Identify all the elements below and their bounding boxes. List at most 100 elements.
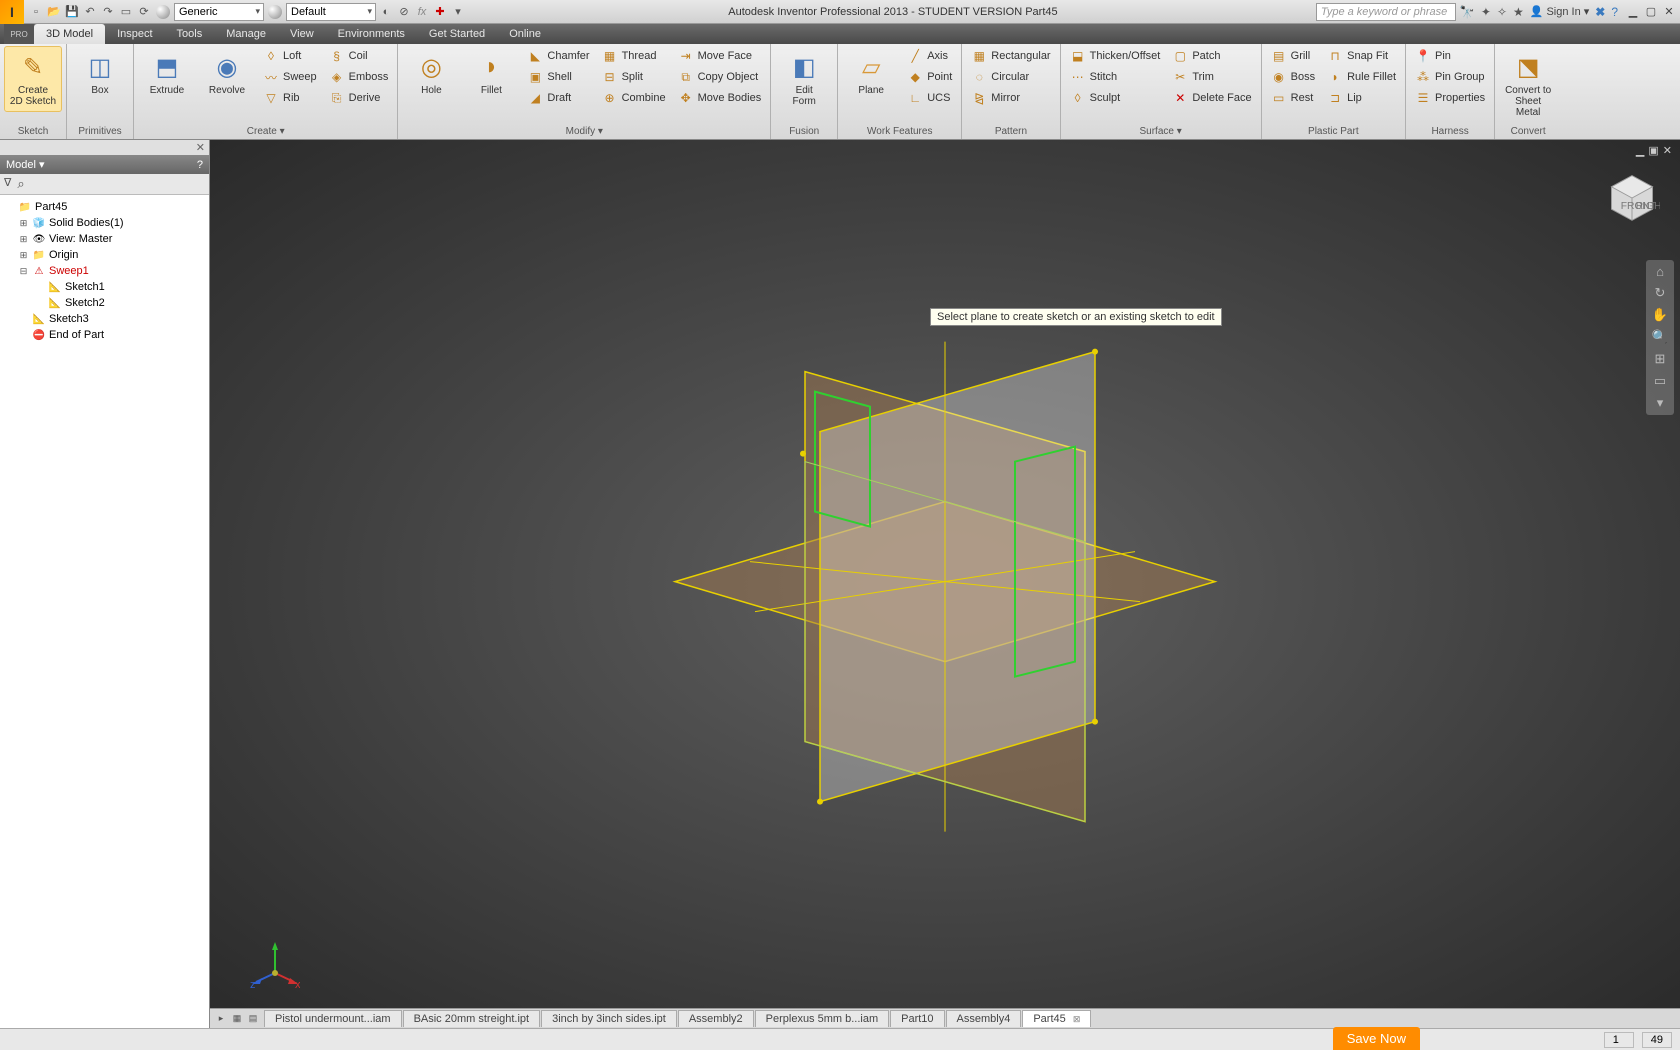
convert-sheet-metal-button[interactable]: ⬔Convert to Sheet Metal bbox=[1499, 46, 1557, 123]
tree-item[interactable]: 📐Sketch1 bbox=[2, 279, 207, 295]
viewport-3d[interactable]: ▁ ▣ ✕ FRONT RIGHT ⌂ ↻ ✋ 🔍 ⊞ ▭ ▾ bbox=[210, 140, 1680, 1028]
minimize-icon[interactable]: ▁ bbox=[1626, 5, 1640, 19]
revolve-button[interactable]: ◉Revolve bbox=[198, 46, 256, 101]
plane-button[interactable]: ▱Plane bbox=[842, 46, 900, 101]
lip-button[interactable]: ⊐Lip bbox=[1322, 88, 1401, 108]
tab-inspect[interactable]: Inspect bbox=[105, 24, 164, 44]
rest-button[interactable]: ▭Rest bbox=[1266, 88, 1320, 108]
box-button[interactable]: ◫ Box bbox=[71, 46, 129, 101]
browser-header[interactable]: Model ▾ ? bbox=[0, 155, 209, 174]
mirror-button[interactable]: ⧎Mirror bbox=[966, 88, 1055, 108]
document-tab[interactable]: Perplexus 5mm b...iam bbox=[755, 1010, 889, 1027]
document-tab[interactable]: BAsic 20mm streight.ipt bbox=[403, 1010, 541, 1027]
shell-button[interactable]: ▣Shell bbox=[522, 67, 594, 87]
exchange-icon[interactable]: ✖ bbox=[1595, 5, 1605, 19]
split-button[interactable]: ⊟Split bbox=[597, 67, 671, 87]
pan-icon[interactable]: ✋ bbox=[1652, 307, 1668, 323]
plus-icon[interactable]: ✚ bbox=[432, 4, 448, 20]
move-face-button[interactable]: ⇥Move Face bbox=[673, 46, 767, 66]
expand-icon[interactable]: ⊞ bbox=[18, 250, 29, 261]
axis-button[interactable]: ╱Axis bbox=[902, 46, 957, 66]
navbar-more-icon[interactable]: ▾ bbox=[1657, 395, 1664, 411]
emboss-button[interactable]: ◈Emboss bbox=[324, 67, 394, 87]
rectangular-button[interactable]: ▦Rectangular bbox=[966, 46, 1055, 66]
tab-view[interactable]: View bbox=[278, 24, 326, 44]
maximize-icon[interactable]: ▢ bbox=[1644, 5, 1658, 19]
doctab-tile-icon[interactable]: ▦ bbox=[230, 1012, 244, 1026]
look-at-icon[interactable]: ▭ bbox=[1654, 373, 1666, 389]
tree-item[interactable]: 📁Part45 bbox=[2, 199, 207, 215]
sculpt-button[interactable]: ◊Sculpt bbox=[1065, 88, 1166, 108]
doctab-list-icon[interactable]: ▸ bbox=[214, 1012, 228, 1026]
tab-manage[interactable]: Manage bbox=[214, 24, 278, 44]
tree-item[interactable]: ⛔End of Part bbox=[2, 327, 207, 343]
circular-button[interactable]: ◌Circular bbox=[966, 67, 1055, 87]
extrude-button[interactable]: ⬒Extrude bbox=[138, 46, 196, 101]
home-icon[interactable]: ⌂ bbox=[1656, 264, 1664, 279]
point-button[interactable]: ◆Point bbox=[902, 67, 957, 87]
document-tab[interactable]: Part10 bbox=[890, 1010, 944, 1027]
tab-tools[interactable]: Tools bbox=[165, 24, 215, 44]
create-2d-sketch-button[interactable]: ✎ Create 2D Sketch bbox=[4, 46, 62, 112]
qat-dropdown-icon[interactable]: ▾ bbox=[450, 4, 466, 20]
material-combo[interactable]: Generic bbox=[174, 3, 264, 21]
key-icon[interactable]: ✦ bbox=[1481, 5, 1491, 19]
star-icon[interactable]: ★ bbox=[1513, 5, 1524, 19]
document-tab[interactable]: Part45 ⊠ bbox=[1022, 1010, 1091, 1027]
sweep-button[interactable]: 〰Sweep bbox=[258, 67, 322, 87]
move-bodies-button[interactable]: ✥Move Bodies bbox=[673, 88, 767, 108]
tree-item[interactable]: ⊟⚠Sweep1 bbox=[2, 263, 207, 279]
tab-online[interactable]: Online bbox=[497, 24, 553, 44]
clear-icon[interactable]: ⊘ bbox=[396, 4, 412, 20]
tab-get-started[interactable]: Get Started bbox=[417, 24, 497, 44]
material-sphere-icon[interactable] bbox=[156, 5, 170, 19]
doc-minimize-icon[interactable]: ▁ bbox=[1636, 144, 1644, 157]
thicken-button[interactable]: ⬓Thicken/Offset bbox=[1065, 46, 1166, 66]
tab-3d-model[interactable]: 3D Model bbox=[34, 24, 105, 44]
expand-icon[interactable]: ⊟ bbox=[18, 266, 29, 277]
pin-button[interactable]: 📍Pin bbox=[1410, 46, 1490, 66]
draft-button[interactable]: ◢Draft bbox=[522, 88, 594, 108]
fillet-button[interactable]: ◗Fillet bbox=[462, 46, 520, 101]
chamfer-button[interactable]: ◣Chamfer bbox=[522, 46, 594, 66]
save-now-button[interactable]: Save Now bbox=[1333, 1027, 1420, 1050]
hole-button[interactable]: ◎Hole bbox=[402, 46, 460, 101]
search-input[interactable]: Type a keyword or phrase bbox=[1316, 3, 1456, 21]
save-icon[interactable]: 💾 bbox=[64, 4, 80, 20]
edit-form-button[interactable]: ◧Edit Form bbox=[775, 46, 833, 112]
derive-button[interactable]: ⎘Derive bbox=[324, 88, 394, 108]
redo-icon[interactable]: ↷ bbox=[100, 4, 116, 20]
document-tab[interactable]: Assembly4 bbox=[946, 1010, 1022, 1027]
doc-close-icon[interactable]: ✕ bbox=[1663, 144, 1672, 157]
trim-button[interactable]: ✂Trim bbox=[1167, 67, 1256, 87]
adjust-icon[interactable]: ◐ bbox=[378, 4, 394, 20]
help-icon[interactable]: ? bbox=[1611, 5, 1618, 19]
expand-icon[interactable]: ⊞ bbox=[18, 218, 29, 229]
browser-options-icon[interactable]: ? bbox=[197, 159, 203, 171]
undo-icon[interactable]: ↶ bbox=[82, 4, 98, 20]
fx-icon[interactable]: fx bbox=[414, 4, 430, 20]
open-icon[interactable]: 📂 bbox=[46, 4, 62, 20]
wrench-icon[interactable]: ✧ bbox=[1497, 5, 1507, 19]
patch-button[interactable]: ▢Patch bbox=[1167, 46, 1256, 66]
orbit-icon[interactable]: ↻ bbox=[1655, 285, 1666, 301]
ucs-button[interactable]: ∟UCS bbox=[902, 88, 957, 108]
appearance-combo[interactable]: Default bbox=[286, 3, 376, 21]
document-tab[interactable]: Assembly2 bbox=[678, 1010, 754, 1027]
copy-object-button[interactable]: ⧉Copy Object bbox=[673, 67, 767, 87]
select-icon[interactable]: ▭ bbox=[118, 4, 134, 20]
coil-button[interactable]: §Coil bbox=[324, 46, 394, 66]
loft-button[interactable]: ◊Loft bbox=[258, 46, 322, 66]
combine-button[interactable]: ⊕Combine bbox=[597, 88, 671, 108]
tab-environments[interactable]: Environments bbox=[326, 24, 417, 44]
app-logo[interactable]: I bbox=[0, 0, 24, 24]
close-icon[interactable]: ✕ bbox=[1662, 5, 1676, 19]
doctab-close-icon[interactable]: ⊠ bbox=[1073, 1014, 1081, 1024]
new-icon[interactable]: ▫ bbox=[28, 4, 44, 20]
browser-close-icon[interactable]: ✕ bbox=[0, 140, 209, 155]
zoom-icon[interactable]: 🔍 bbox=[1652, 329, 1668, 345]
filter-icon[interactable]: ∇ bbox=[4, 176, 11, 192]
browser-find-icon[interactable]: ⌕ bbox=[17, 176, 24, 192]
signin-button[interactable]: 👤Sign In▾ bbox=[1530, 5, 1589, 18]
rib-button[interactable]: ▽Rib bbox=[258, 88, 322, 108]
